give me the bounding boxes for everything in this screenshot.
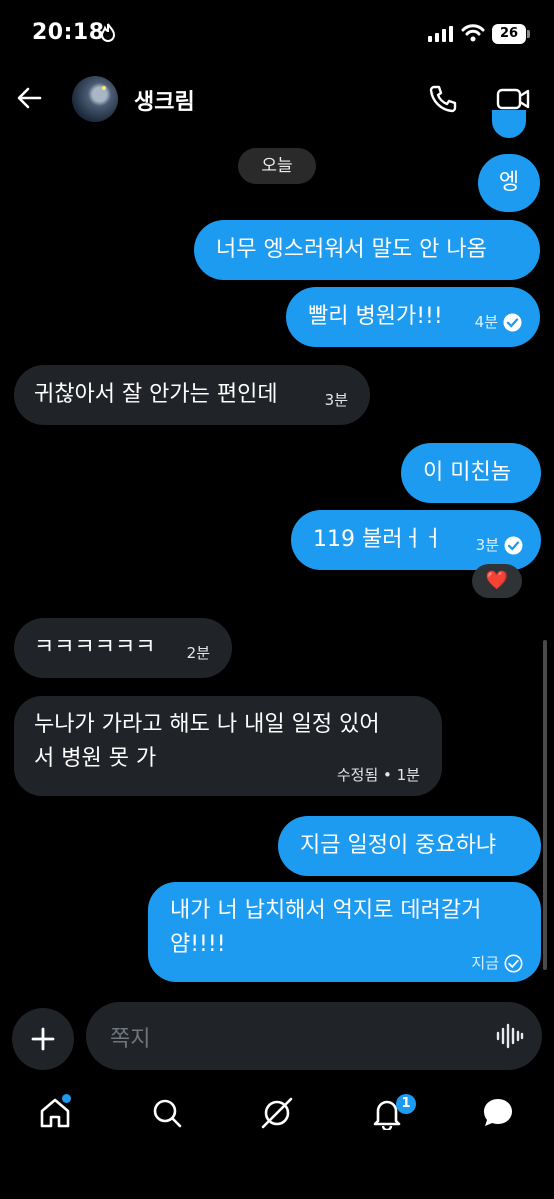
hotspot-flame-icon <box>100 23 116 42</box>
contact-name[interactable]: 생크림 <box>134 84 195 116</box>
battery-tip <box>527 30 530 38</box>
message-bubble-sent[interactable]: 이 미친놈 <box>401 443 541 503</box>
message-bubble-received[interactable]: 누나가 가라고 해도 나 내일 일정 있어 서 병원 못 가 수정됨 • 1분 <box>14 696 442 796</box>
back-arrow-icon[interactable] <box>14 82 46 114</box>
message-bubble-sent[interactable]: 내가 너 납치해서 억지로 데려갈거 얌!!!! 지금 <box>148 882 541 982</box>
date-divider: 오늘 <box>238 148 316 184</box>
message-bubble-cutoff <box>492 110 526 138</box>
wifi-icon <box>461 24 485 42</box>
message-input[interactable]: 쪽지 <box>86 1002 542 1070</box>
message-time: 3분 <box>324 391 348 409</box>
heart-reaction[interactable]: ❤️ <box>472 564 522 598</box>
notification-count-badge: 1 <box>396 1094 416 1114</box>
read-check-icon <box>504 536 523 554</box>
message-time: 지금 <box>471 954 499 972</box>
message-text: ㅋㅋㅋㅋㅋㅋ <box>34 635 156 660</box>
read-check-icon <box>503 313 522 331</box>
message-text: 119 불러ㅓㅓ <box>313 527 443 552</box>
add-attachment-button[interactable] <box>12 1008 74 1070</box>
message-text: 지금 일정이 중요하냐 <box>300 833 497 858</box>
message-time: 수정됨 • 1분 <box>336 766 420 784</box>
plus-icon <box>31 1027 55 1051</box>
message-text: 엥 <box>498 170 520 195</box>
status-time: 20:18 <box>32 20 105 45</box>
message-bubble-sent[interactable]: 119 불러ㅓㅓ 3분 <box>291 510 541 570</box>
message-bubble-received[interactable]: ㅋㅋㅋㅋㅋㅋ 2분 <box>14 618 232 678</box>
home-unread-dot <box>62 1094 71 1103</box>
message-text: 이 미친놈 <box>423 460 511 485</box>
message-bubble-sent[interactable]: 엥 <box>478 154 540 212</box>
message-text-line: 누나가 가라고 해도 나 내일 일정 있어 <box>34 712 380 737</box>
message-text-line: 내가 너 납치해서 억지로 데려갈거 <box>170 898 482 923</box>
status-bar: 20:18 26 <box>0 0 554 70</box>
message-bubble-received[interactable]: 귀찮아서 잘 안가는 편인데 3분 <box>14 365 370 425</box>
message-bubble-sent[interactable]: 너무 엥스러워서 말도 안 나옴 <box>194 220 540 280</box>
messages-icon[interactable] <box>481 1096 515 1130</box>
message-list[interactable]: 오늘 엥 너무 엥스러워서 말도 안 나옴 빨리 병원가!!! 4분 귀찮아서 … <box>0 110 554 1000</box>
message-time: 3분 <box>475 536 499 554</box>
voice-message-icon[interactable] <box>496 1022 524 1050</box>
message-meta: 4분 <box>475 307 522 337</box>
message-bubble-sent[interactable]: 빨리 병원가!!! 4분 <box>286 287 540 347</box>
scrollbar[interactable] <box>543 640 547 970</box>
contact-avatar[interactable] <box>72 76 118 122</box>
message-bubble-sent[interactable]: 지금 일정이 중요하냐 <box>278 816 541 876</box>
message-text: 빨리 병원가!!! <box>308 304 443 329</box>
sent-check-icon <box>504 954 523 972</box>
bottom-navigation: 1 <box>0 1080 554 1150</box>
message-meta: 지금 <box>471 948 523 978</box>
search-icon[interactable] <box>150 1096 184 1130</box>
message-time: 4분 <box>474 313 498 331</box>
message-time: 2분 <box>186 644 210 662</box>
phone-call-icon[interactable] <box>428 84 458 114</box>
conversation-header: 생크림 <box>0 70 554 130</box>
message-input-placeholder: 쪽지 <box>110 1027 151 1052</box>
message-text: 귀찮아서 잘 안가는 편인데 <box>34 382 278 407</box>
battery-indicator: 26 <box>492 24 526 44</box>
message-meta: 3분 <box>476 530 523 560</box>
message-composer: 쪽지 <box>0 1002 554 1072</box>
message-text: 너무 엥스러워서 말도 안 나옴 <box>216 237 487 262</box>
cellular-signal-icon <box>428 26 453 42</box>
grok-icon[interactable] <box>260 1096 294 1130</box>
